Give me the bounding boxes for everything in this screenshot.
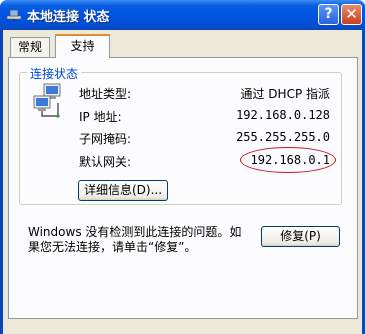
address-type-value: 通过 DHCP 指派 [240,87,330,101]
group-label: 连接状态 [27,65,82,82]
ip-address-label: IP 地址: [79,110,122,124]
tab-general[interactable]: 常规 [10,37,50,57]
highlight-ellipse [240,147,336,173]
default-gateway-label: 默认网关: [79,155,132,169]
address-type-label: 地址类型: [79,87,132,101]
help-button[interactable]: ? [318,4,339,25]
close-button[interactable]: ✕ [341,4,362,25]
window-title: 本地连接 状态 [27,10,110,25]
details-button[interactable]: 详细信息(D)... [78,180,168,201]
title-bar: 本地连接 状态 ? ✕ [0,0,365,30]
subnet-mask-value: 255.255.255.0 [236,130,330,144]
network-computers-icon [33,83,61,118]
ip-address-value: 192.168.0.128 [236,108,330,122]
network-connection-icon [6,9,22,22]
subnet-mask-label: 子网掩码: [79,132,132,146]
status-message: Windows 没有检测到此连接的问题。如果您无法连接，请单击“修复”。 [28,225,242,254]
repair-button[interactable]: 修复(P) [261,226,340,247]
tab-support[interactable]: 支持 [55,34,110,58]
